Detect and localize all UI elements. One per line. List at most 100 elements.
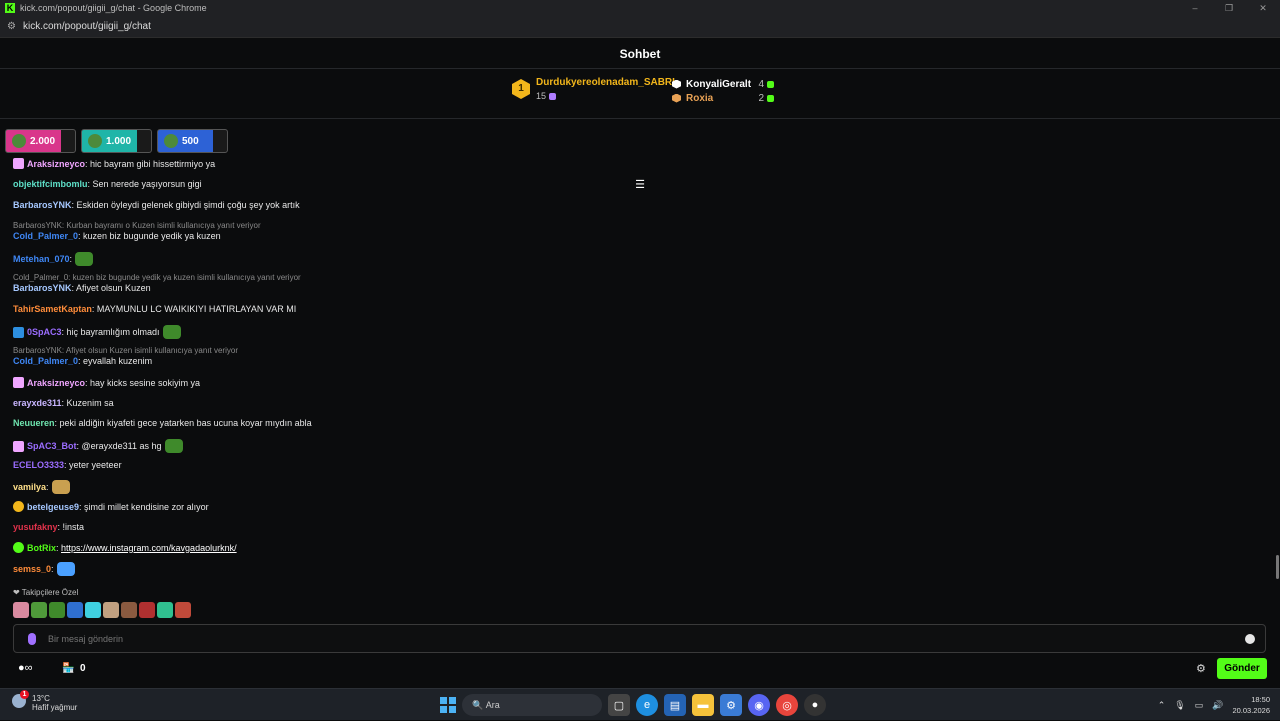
reply-context[interactable]: Cold_Palmer_0: kuzen biz bugunde yedik y… [13, 273, 301, 282]
chat-username[interactable]: semss_0 [13, 564, 51, 574]
chat-username[interactable]: BarbarosYNK [13, 283, 72, 293]
verified-badge-icon [13, 542, 24, 553]
gift-icon [767, 94, 774, 102]
butterfly-badge-icon [13, 158, 24, 169]
emote-icon[interactable] [31, 602, 47, 618]
emoji-picker-icon[interactable] [1245, 633, 1255, 644]
emote-icon[interactable] [175, 602, 191, 618]
volume-icon[interactable]: 🔊 [1212, 700, 1223, 711]
hands-emote-icon [51, 480, 70, 494]
sub-gift-icon [549, 93, 557, 101]
gift-pill[interactable]: 500 [157, 129, 228, 153]
discord-icon[interactable]: ◉ [748, 694, 770, 716]
taskbar-search[interactable]: 🔍 Ara [462, 694, 602, 716]
emote-icon[interactable] [121, 602, 137, 618]
emote-icon[interactable] [157, 602, 173, 618]
frog-emote-icon [164, 439, 183, 453]
chat-username[interactable]: BotRix [27, 543, 56, 553]
chat-message: betelgeuse9: şimdi millet kendisine zor … [13, 501, 209, 512]
leaderboard-first[interactable]: 1 Durdukyereolenadam_SABRI 15 [512, 77, 675, 101]
emote-icon[interactable] [13, 602, 29, 618]
chat-message: Araksizneyco: hic bayram gibi hissettirm… [13, 158, 215, 169]
taskbar-search-label: Ara [485, 700, 500, 710]
chat-link[interactable]: https://www.instagram.com/kavgadaolurknk… [61, 543, 237, 553]
store-button[interactable]: 🏪 0 [62, 663, 86, 674]
kicks-balance[interactable]: ●∞ [18, 662, 33, 674]
chat-message: semss_0: [13, 562, 75, 576]
chat-message-text: : @erayxde311 as hg [76, 441, 162, 451]
send-button[interactable]: Gönder [1217, 658, 1267, 679]
store-icon[interactable]: ▤ [664, 694, 686, 716]
chat-username[interactable]: Cold_Palmer_0 [13, 231, 78, 241]
chat-username[interactable]: Neuueren [13, 418, 55, 428]
chat-username[interactable]: TahirSametKaptan [13, 304, 92, 314]
chat-username[interactable]: yusufakny [13, 522, 58, 532]
store-count: 0 [80, 663, 86, 674]
frog-emote-icon [75, 252, 94, 266]
chrome-icon[interactable]: ◎ [776, 694, 798, 716]
url-text[interactable]: kick.com/popout/giigii_g/chat [23, 21, 151, 32]
kick-logo-icon: K [5, 3, 15, 13]
emote-icon[interactable] [67, 602, 83, 618]
chat-message: Metehan_070: [13, 252, 94, 266]
gift-amount: 500 [182, 135, 199, 147]
settings-app-icon[interactable]: ⚙ [720, 694, 742, 716]
chat-username[interactable]: objektifcimbomlu [13, 179, 88, 189]
chat-username[interactable]: Metehan_070 [13, 254, 70, 264]
reply-context[interactable]: BarbarosYNK: Kurban bayramı o Kuzen isim… [13, 221, 261, 230]
emote-icon[interactable] [139, 602, 155, 618]
chat-message-text: : Sen nerede yaşıyorsun gigi [87, 179, 202, 189]
chat-username[interactable]: BarbarosYNK [13, 200, 72, 210]
weather-widget[interactable]: 1 13°C Hafif yağmur [12, 690, 77, 712]
gift-amount: 2.000 [30, 135, 56, 147]
emote-icon[interactable] [103, 602, 119, 618]
clock-time: 18:50 [1251, 695, 1270, 704]
chat-username[interactable]: 0SpAC3 [27, 327, 62, 337]
kicks-coin-icon [164, 134, 178, 148]
chat-username[interactable]: SpAC3_Bot [27, 441, 77, 451]
gift-pill[interactable]: 1.000 [81, 129, 152, 153]
message-input[interactable] [48, 633, 1245, 644]
chat-input-box[interactable] [13, 624, 1266, 653]
task-view-icon[interactable]: ▢ [608, 694, 630, 716]
restore-button[interactable]: ❐ [1212, 0, 1246, 16]
start-button-icon[interactable] [440, 697, 456, 713]
chat-username[interactable]: ECELO3333 [13, 460, 64, 470]
weather-temp: 13°C [32, 694, 50, 703]
chat-scrollbar[interactable] [1276, 555, 1279, 579]
obs-icon[interactable]: ● [804, 694, 826, 716]
emote-icon[interactable] [85, 602, 101, 618]
close-button[interactable]: ✕ [1246, 0, 1280, 16]
chat-username[interactable]: Araksizneyco [27, 378, 85, 388]
gift-pill[interactable]: 2.000 [5, 129, 76, 153]
chat-username[interactable]: Cold_Palmer_0 [13, 356, 78, 366]
minimize-button[interactable]: – [1178, 0, 1212, 16]
chat-message-text: : hiç bayramlığım olmadı [61, 327, 160, 337]
chevron-up-icon[interactable]: ⌃ [1158, 700, 1166, 711]
file-explorer-icon[interactable]: ▬ [692, 694, 714, 716]
site-settings-icon[interactable]: ⚙ [7, 21, 19, 32]
rain-cloud-icon: 1 [12, 690, 29, 708]
clock[interactable]: 18:50 20.03.2026 [1232, 694, 1270, 716]
chat-message-text: : Eskiden öyleydi gelenek gibiydi şimdi … [71, 200, 300, 210]
microphone-tray-icon[interactable]: 🎙 [1174, 700, 1185, 711]
address-bar[interactable]: ⚙ kick.com/popout/giigii_g/chat [0, 16, 1280, 38]
leaderboard-third-name: Roxia [686, 92, 714, 104]
microphone-icon[interactable] [28, 632, 36, 645]
leaderboard-second[interactable]: KonyaliGeralt 4 [672, 77, 774, 91]
network-icon[interactable]: ▭ [1195, 700, 1204, 711]
chat-username[interactable]: Araksizneyco [27, 159, 85, 169]
leaderboard-third[interactable]: Roxia 2 [672, 91, 774, 105]
chat-username[interactable]: vamilya [13, 482, 46, 492]
reply-context[interactable]: BarbarosYNK: Afiyet olsun Kuzen isimli k… [13, 346, 238, 355]
chat-filter-icon[interactable]: ☰ [633, 179, 647, 193]
chat-message: TahirSametKaptan: MAYMUNLU LC WAIKIKIYI … [13, 304, 296, 314]
leaderboard-first-name: Durdukyereolenadam_SABRI [536, 77, 675, 88]
chat-username[interactable]: erayxde311 [13, 398, 62, 408]
gear-icon[interactable]: ⚙ [1196, 662, 1206, 675]
emote-icon[interactable] [49, 602, 65, 618]
chat-message: Cold_Palmer_0: kuzen biz bugunde yedik y… [13, 231, 221, 241]
chat-message: Cold_Palmer_0: eyvallah kuzenim [13, 356, 152, 366]
chat-username[interactable]: betelgeuse9 [27, 502, 79, 512]
edge-icon[interactable]: e [636, 694, 658, 716]
